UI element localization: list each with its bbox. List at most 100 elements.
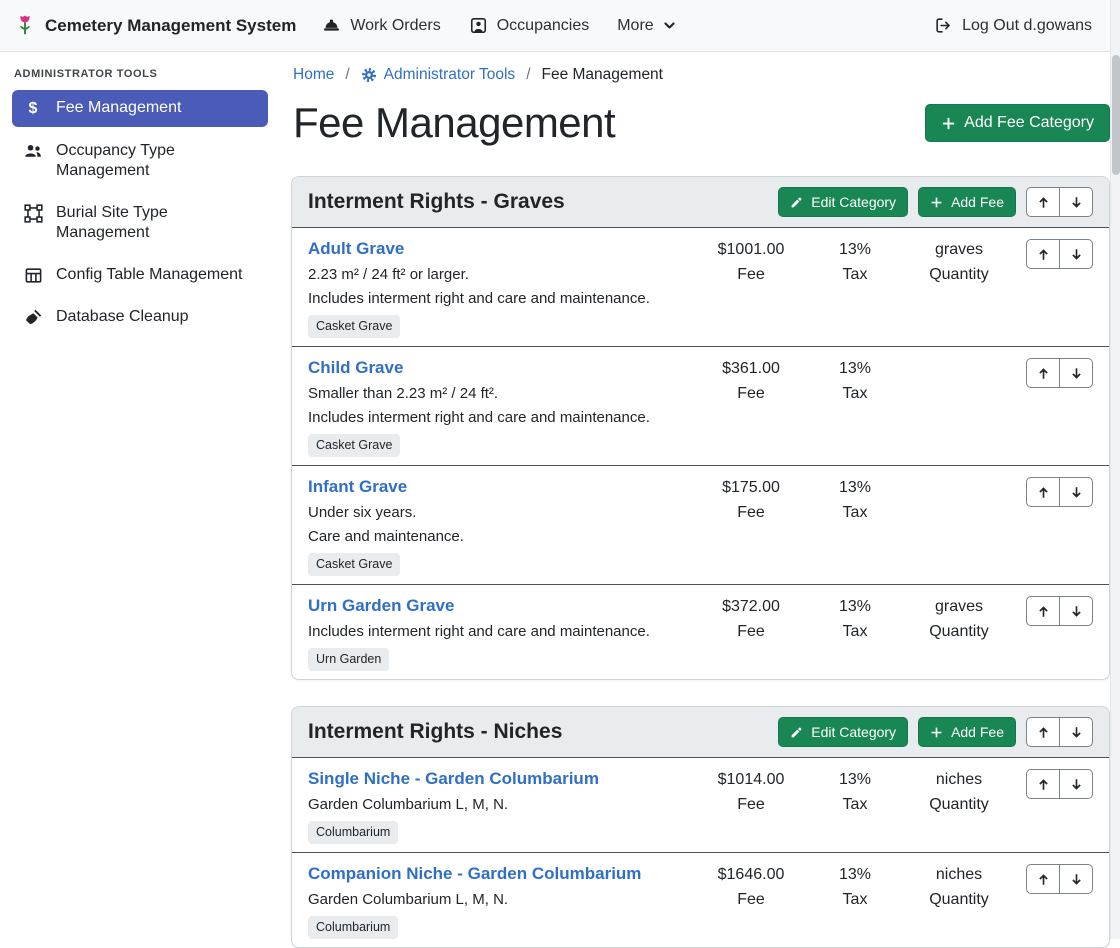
category-actions: Edit Category Add Fee [778,717,1093,747]
logout-button[interactable]: Log Out d.gowans [920,8,1106,43]
nav-more[interactable]: More [603,9,689,43]
fee-reorder-col [1011,593,1093,626]
edit-category-button[interactable]: Edit Category [778,187,908,217]
sidebar-item-database-cleanup[interactable]: Database Cleanup [12,299,268,335]
fee-row: Single Niche - Garden Columbarium Garden… [292,758,1109,853]
fee-amount-col: $1001.00 Fee [699,236,803,286]
fee-main: Urn Garden Grave Includes interment righ… [308,593,699,671]
fee-amount: $1014.00 [699,769,803,791]
logout-icon [934,16,953,35]
arrow-up-icon [1037,873,1050,886]
logout-label: Log Out d.gowans [962,17,1092,35]
add-fee-button[interactable]: Add Fee [918,717,1016,747]
fee-quantity-col: graves Quantity [907,593,1011,643]
sidebar-item-fee-management[interactable]: $ Fee Management [12,90,268,127]
fee-move-down-button[interactable] [1059,358,1093,388]
sidebar-item-burial-site-type-management[interactable]: Burial Site Type Management [12,195,268,251]
fee-main: Companion Niche - Garden Columbarium Gar… [308,861,699,939]
breadcrumb-home-link[interactable]: Home [293,66,334,84]
fee-tax-label: Tax [803,794,907,816]
fee-amount-label: Fee [699,889,803,911]
fee-tax: 13% [803,239,907,261]
pencil-icon [790,726,803,739]
fee-main: Single Niche - Garden Columbarium Garden… [308,766,699,844]
fee-move-down-button[interactable] [1059,477,1093,507]
fee-move-down-button[interactable] [1059,239,1093,269]
fee-tax: 13% [803,596,907,618]
sidebar-item-label: Occupancy Type Management [56,141,258,181]
add-fee-category-label: Add Fee Category [964,114,1094,132]
fee-tax-col: 13% Tax [803,355,907,405]
fee-move-up-button[interactable] [1026,596,1060,626]
fee-amount: $1646.00 [699,864,803,886]
scrollbar[interactable] [1110,0,1120,939]
fee-name-link[interactable]: Companion Niche - Garden Columbarium [308,863,641,885]
scrollbar-thumb[interactable] [1112,55,1120,175]
fee-quantity-label: Quantity [907,794,1011,816]
sidebar-item-occupancy-type-management[interactable]: Occupancy Type Management [12,133,268,189]
fee-tax-col: 13% Tax [803,766,907,816]
fee-tax-col: 13% Tax [803,593,907,643]
fee-name-link[interactable]: Single Niche - Garden Columbarium [308,768,599,790]
fee-tax-label: Tax [803,889,907,911]
fee-name-link[interactable]: Urn Garden Grave [308,595,454,617]
plus-icon [930,196,943,209]
fee-description: Includes interment right and care and ma… [308,621,691,642]
fee-move-down-button[interactable] [1059,864,1093,894]
fee-name-link[interactable]: Infant Grave [308,476,407,498]
category-move-up-button[interactable] [1026,717,1060,747]
category-reorder-group [1026,187,1093,217]
navbar-menu: Work Orders Occupancies More [308,8,689,43]
category-move-down-button[interactable] [1059,187,1093,217]
add-fee-button[interactable]: Add Fee [918,187,1016,217]
add-fee-category-button[interactable]: Add Fee Category [925,104,1110,142]
fee-descriptions: Includes interment right and care and ma… [308,621,691,642]
edit-category-button[interactable]: Edit Category [778,717,908,747]
fee-type-badge: Columbarium [308,821,398,844]
sidebar-item-label: Database Cleanup [56,307,189,327]
breadcrumb-admin-tools-link[interactable]: Administrator Tools [361,66,516,84]
sidebar-heading: ADMINISTRATOR TOOLS [14,68,266,80]
sidebar-item-config-table-management[interactable]: Config Table Management [12,257,268,293]
fee-main: Child Grave Smaller than 2.23 m² / 24 ft… [308,355,699,457]
fee-quantity-label: Quantity [907,264,1011,286]
breadcrumb-admin-tools-label: Administrator Tools [384,66,516,84]
fee-move-down-button[interactable] [1059,769,1093,799]
plus-icon [930,726,943,739]
hard-hat-icon [322,16,341,35]
fee-move-down-button[interactable] [1059,596,1093,626]
fee-amount-label: Fee [699,502,803,524]
fee-tax: 13% [803,864,907,886]
nav-work-orders[interactable]: Work Orders [308,8,454,43]
fee-reorder-col [1011,766,1093,799]
page-layout: ADMINISTRATOR TOOLS $ Fee Management Occ… [0,52,1120,939]
fee-type-badge: Casket Grave [308,553,400,576]
arrow-up-icon [1037,486,1050,499]
admin-sidebar: ADMINISTRATOR TOOLS $ Fee Management Occ… [0,52,280,939]
fee-move-up-button[interactable] [1026,239,1060,269]
add-fee-label: Add Fee [951,194,1004,210]
fee-reorder-col [1011,861,1093,894]
breadcrumb-separator: / [526,66,530,84]
broom-icon [22,308,44,327]
fee-description: Garden Columbarium L, M, N. [308,794,691,815]
category-move-up-button[interactable] [1026,187,1060,217]
dollar-icon: $ [22,99,44,119]
fee-reorder-col [1011,474,1093,507]
nav-occupancies[interactable]: Occupancies [455,8,604,43]
fee-description: Includes interment right and care and ma… [308,288,691,309]
fee-descriptions: Smaller than 2.23 m² / 24 ft².Includes i… [308,383,691,428]
category-move-down-button[interactable] [1059,717,1093,747]
fee-quantity-col: graves Quantity [907,236,1011,286]
fee-name-link[interactable]: Child Grave [308,357,403,379]
fee-name-link[interactable]: Adult Grave [308,238,404,260]
fee-move-up-button[interactable] [1026,864,1060,894]
fee-quantity: graves [907,596,1011,618]
app-brand[interactable]: Cemetery Management System [14,14,296,38]
fee-main: Infant Grave Under six years.Care and ma… [308,474,699,576]
fee-move-up-button[interactable] [1026,769,1060,799]
categories: Interment Rights - Graves Edit Category [291,176,1110,948]
fee-move-up-button[interactable] [1026,358,1060,388]
fee-move-up-button[interactable] [1026,477,1060,507]
fee-quantity-col: niches Quantity [907,766,1011,816]
